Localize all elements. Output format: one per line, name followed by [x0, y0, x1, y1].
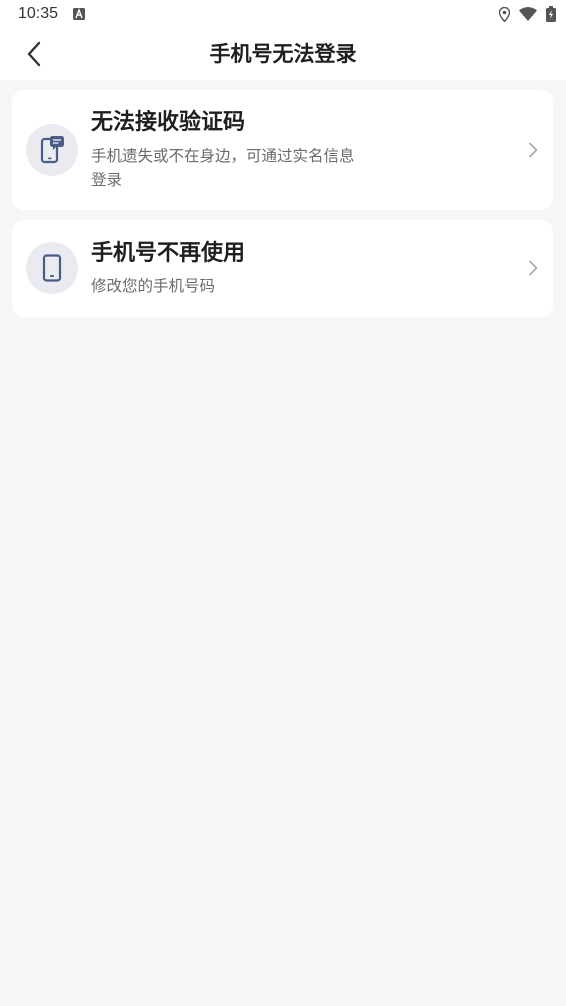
- option-icon-container: [26, 124, 78, 176]
- status-icons: [499, 6, 556, 22]
- page-title: 手机号无法登录: [209, 42, 357, 66]
- wifi-icon: [519, 7, 537, 21]
- option-title: 手机号不再使用: [91, 241, 246, 266]
- option-icon-container: [26, 242, 78, 294]
- nav-bar: 手机号无法登录: [0, 28, 566, 80]
- option-number-no-longer-used[interactable]: 手机号不再使用 修改您的手机号码: [12, 220, 553, 317]
- phone-message-icon: [40, 136, 64, 164]
- status-time: 10:35: [18, 5, 59, 22]
- a-notification-icon: [73, 8, 85, 20]
- chevron-right-icon: [529, 260, 538, 276]
- location-icon: [499, 6, 510, 22]
- option-title: 无法接收验证码: [91, 110, 246, 135]
- status-bar: 10:35: [0, 0, 566, 28]
- option-description: 修改您的手机号码: [91, 277, 216, 295]
- option-description: 手机遗失或不在身边，可通过实名信息登录: [91, 147, 355, 189]
- phone-icon: [42, 254, 62, 282]
- option-cannot-receive-code[interactable]: 无法接收验证码 手机遗失或不在身边，可通过实名信息登录: [12, 90, 553, 210]
- top-area: 10:35 手机号无法登录: [0, 0, 566, 80]
- chevron-right-icon: [529, 142, 538, 158]
- battery-charging-icon: [546, 6, 556, 22]
